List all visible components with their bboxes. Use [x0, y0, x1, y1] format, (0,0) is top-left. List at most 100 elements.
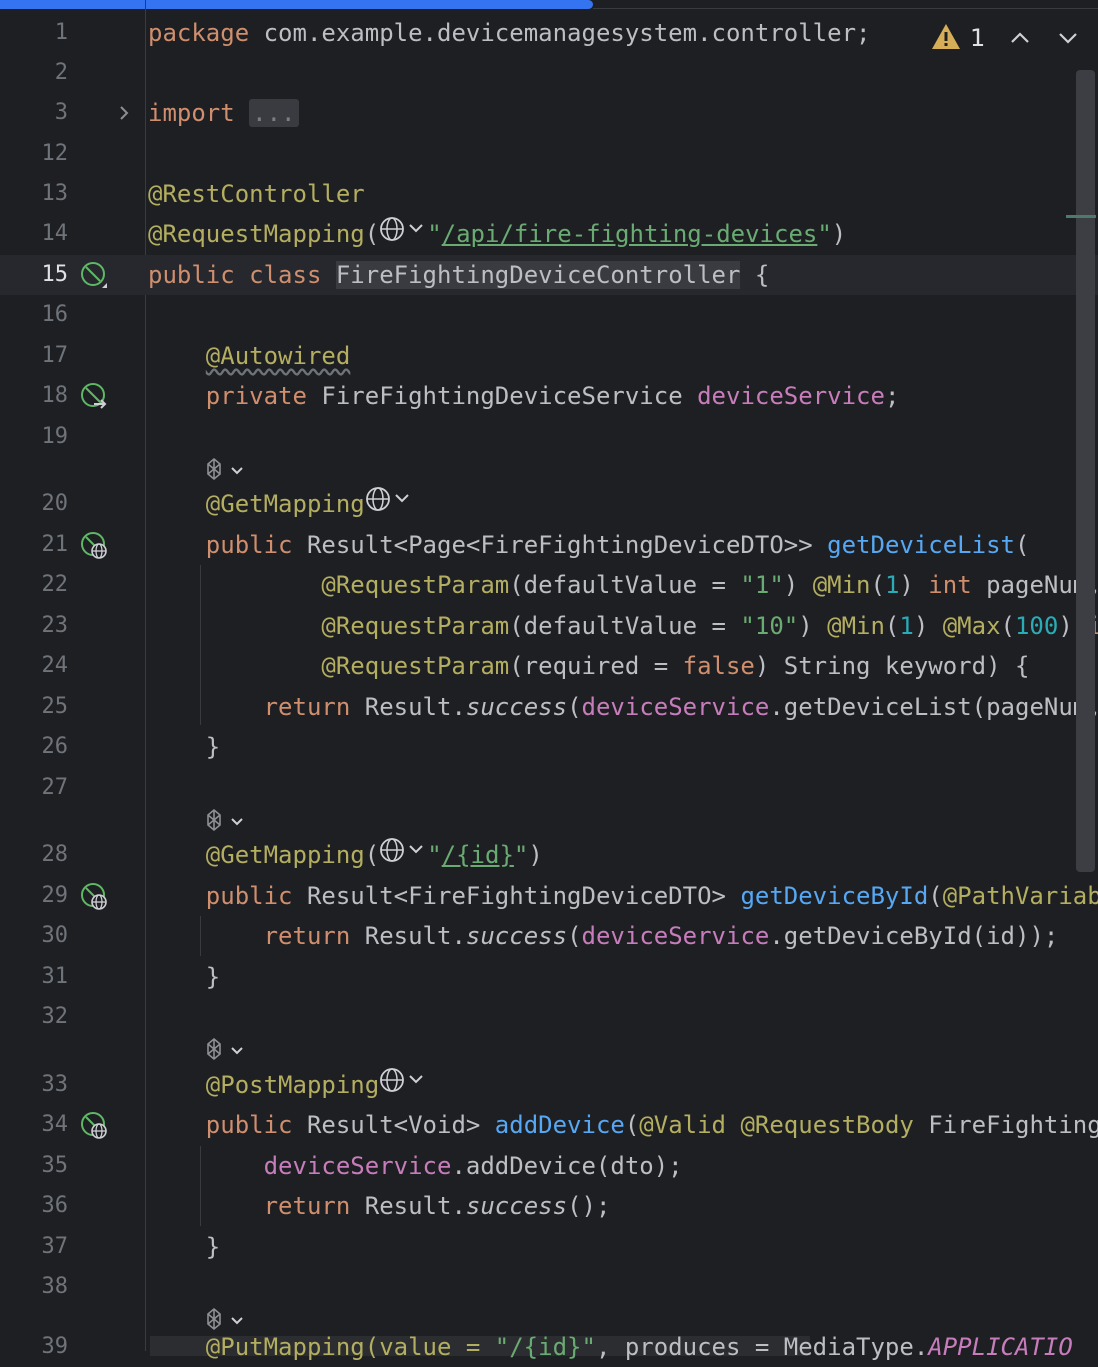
string-literal: /{id} [509, 1333, 582, 1361]
code-line[interactable]: 39 @PutMapping(value = "/{id}", produces… [0, 1327, 1098, 1367]
code-text[interactable]: public class FireFightingDeviceControlle… [148, 255, 769, 295]
code-text[interactable]: return Result.success(); [148, 1186, 611, 1226]
method-name: getDeviceById [740, 882, 929, 910]
code-line[interactable]: 12 [0, 134, 1098, 174]
code-text[interactable]: import ... [148, 93, 299, 133]
code-line[interactable]: 31 } [0, 957, 1098, 997]
code-text[interactable]: private FireFightingDeviceService device… [148, 376, 900, 416]
code-text[interactable]: } [148, 727, 220, 767]
line-number: 13 [41, 181, 69, 206]
globe-icon[interactable] [365, 485, 413, 525]
code-line[interactable]: 34 public Result<Void> addDevice(@Valid … [0, 1105, 1098, 1145]
code-line[interactable]: 22 @RequestParam(defaultValue = "1") @Mi… [0, 565, 1098, 605]
punctuation: ( [364, 841, 380, 869]
code-line[interactable]: 20 @GetMapping [0, 484, 1098, 524]
code-line-current[interactable]: 15 public class FireFightingDeviceContro… [0, 255, 1098, 295]
code-text[interactable]: public Result<FireFightingDeviceDTO> get… [148, 876, 1098, 916]
code-line[interactable]: 35 deviceService.addDevice(dto); [0, 1146, 1098, 1186]
code-text[interactable]: @GetMapping [148, 484, 413, 525]
code-line[interactable]: 32 [0, 997, 1098, 1037]
api-path-link[interactable]: /api/fire-fighting-devices [442, 220, 818, 248]
keyword: public [148, 261, 235, 289]
code-text[interactable]: } [148, 1227, 220, 1267]
code-line[interactable]: 13 @RestController [0, 174, 1098, 214]
warning-icon[interactable] [930, 22, 962, 56]
code-line[interactable]: 3 import ... [0, 93, 1098, 133]
code-text[interactable]: @RequestMapping("/api/fire-fighting-devi… [148, 214, 846, 255]
code-text[interactable]: @RequestParam(defaultValue = "10") @Min(… [148, 606, 1098, 646]
code-text[interactable]: deviceService.addDevice(dto); [148, 1146, 683, 1186]
punctuation: ) [798, 612, 813, 640]
type-name: Result<FireFightingDeviceDTO> [306, 882, 726, 910]
code-text[interactable]: return Result.success(deviceService.getD… [148, 687, 1098, 727]
keyword: import [148, 99, 235, 127]
chevron-right-icon[interactable] [116, 101, 134, 125]
chevron-up-icon[interactable] [1008, 26, 1032, 54]
code-line[interactable]: 33 @PostMapping [0, 1065, 1098, 1105]
bean-icon[interactable] [80, 261, 108, 289]
code-line[interactable]: 37 } [0, 1227, 1098, 1267]
globe-icon[interactable] [379, 836, 427, 876]
code-text[interactable]: return Result.success(deviceService.getD… [148, 916, 1059, 956]
code-editor[interactable]: 1 package com.example.devicemanagesystem… [0, 0, 1098, 1361]
line-number: 1 [54, 20, 68, 45]
punctuation: ( [567, 922, 582, 950]
annotation: @RequestParam [321, 612, 510, 640]
punctuation: ) [913, 612, 929, 640]
id-path-link[interactable]: /{id} [442, 841, 514, 869]
code-text[interactable]: @RestController [148, 174, 365, 214]
code-text[interactable]: @RequestParam(defaultValue = "1") @Min(1… [148, 565, 1098, 605]
globe-icon[interactable] [379, 1066, 427, 1106]
code-text[interactable]: @RequestParam(required = false) String k… [148, 646, 1029, 686]
type-name: FireFightingDeviceService [321, 382, 683, 410]
code-line[interactable]: 21 public Result<Page<FireFightingDevice… [0, 525, 1098, 565]
code-text[interactable]: public Result<Void> addDevice(@Valid @Re… [148, 1105, 1098, 1145]
bean-navigate-icon[interactable] [80, 382, 108, 410]
code-line[interactable]: 27 [0, 768, 1098, 808]
vertical-scrollbar[interactable] [1076, 70, 1095, 872]
chevron-down-icon[interactable] [1056, 26, 1080, 54]
code-line[interactable]: 30 return Result.success(deviceService.g… [0, 916, 1098, 956]
code-text[interactable]: @PutMapping(value = "/{id}", produces = … [148, 1327, 1073, 1367]
keyword: return [263, 1192, 351, 1220]
ai-hint-icon[interactable] [200, 1036, 260, 1064]
ai-hint-icon[interactable] [200, 807, 260, 835]
code-line[interactable]: 28 @GetMapping("/{id}") [0, 835, 1098, 875]
code-line[interactable]: 26 } [0, 727, 1098, 767]
globe-icon[interactable] [379, 215, 427, 255]
punctuation: ( [364, 220, 380, 248]
keyword: package [148, 19, 250, 47]
code-text[interactable]: package com.example.devicemanagesystem.c… [148, 13, 870, 53]
code-line[interactable]: 14 @RequestMapping("/api/fire-fighting-d… [0, 214, 1098, 254]
code-line[interactable]: 29 public Result<FireFightingDeviceDTO> … [0, 876, 1098, 916]
code-line[interactable]: 25 return Result.success(deviceService.g… [0, 687, 1098, 727]
code-line[interactable]: 36 return Result.success(); [0, 1186, 1098, 1226]
number-literal: 1 [884, 571, 900, 599]
ai-hint-icon[interactable] [200, 456, 260, 484]
line-number: 21 [41, 532, 69, 557]
code-line[interactable]: 38 [0, 1267, 1098, 1307]
code-line[interactable]: 24 @RequestParam(required = false) Strin… [0, 646, 1098, 686]
code-line[interactable]: 19 [0, 417, 1098, 457]
endpoint-globe-icon[interactable] [80, 882, 108, 910]
punctuation: ( [1000, 612, 1015, 640]
code-text[interactable]: @GetMapping("/{id}") [148, 835, 543, 876]
code-line[interactable]: 18 private FireFightingDeviceService dev… [0, 376, 1098, 416]
punctuation: } [205, 963, 221, 991]
code-line[interactable]: 23 @RequestParam(defaultValue = "10") @M… [0, 606, 1098, 646]
code-line[interactable]: 2 [0, 53, 1098, 93]
code-line[interactable]: 17 @Autowired [0, 336, 1098, 376]
code-text[interactable]: public Result<Page<FireFightingDeviceDTO… [148, 525, 1030, 565]
field-name: deviceService [581, 922, 770, 950]
endpoint-globe-icon[interactable] [80, 531, 108, 559]
code-text[interactable]: @PostMapping [148, 1065, 427, 1106]
progress-bar [0, 0, 593, 9]
endpoint-globe-icon[interactable] [80, 1111, 108, 1139]
code-line[interactable]: 16 [0, 295, 1098, 335]
code-text[interactable]: } [148, 957, 220, 997]
punctuation: ( [884, 612, 900, 640]
import-fold-button[interactable]: ... [249, 99, 299, 127]
code-text[interactable]: @Autowired [148, 336, 351, 376]
keyword: public [205, 1111, 293, 1139]
type-name: Result<Void> [306, 1111, 481, 1139]
